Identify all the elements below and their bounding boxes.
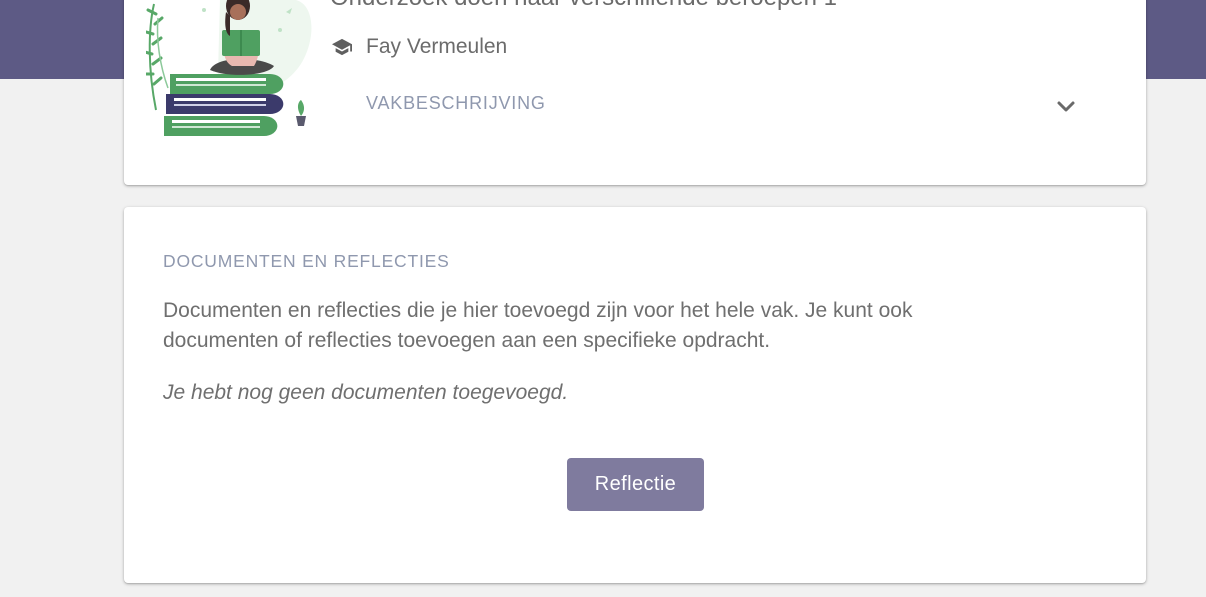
graduation-cap-icon bbox=[330, 35, 354, 59]
documents-description: Documenten en reflecties die je hier toe… bbox=[163, 299, 913, 352]
reading-woman-illustration bbox=[146, 0, 312, 136]
teacher-row: Fay Vermeulen bbox=[330, 34, 507, 60]
add-reflection-button[interactable]: Reflectie bbox=[567, 458, 704, 511]
documents-empty-message: Je hebt nog geen documenten toegevoegd. bbox=[163, 381, 569, 404]
chevron-down-icon[interactable] bbox=[1054, 94, 1078, 118]
documents-heading: DOCUMENTEN EN REFLECTIES bbox=[163, 251, 450, 271]
course-card: Onderzoek doen naar verschillende beroep… bbox=[124, 0, 1146, 185]
documents-card: DOCUMENTEN EN REFLECTIES Documenten en r… bbox=[124, 207, 1146, 583]
course-title: Onderzoek doen naar verschillende beroep… bbox=[330, 0, 837, 12]
teacher-name: Fay Vermeulen bbox=[366, 35, 508, 58]
course-description-toggle-label[interactable]: VAKBESCHRIJVING bbox=[366, 93, 546, 114]
